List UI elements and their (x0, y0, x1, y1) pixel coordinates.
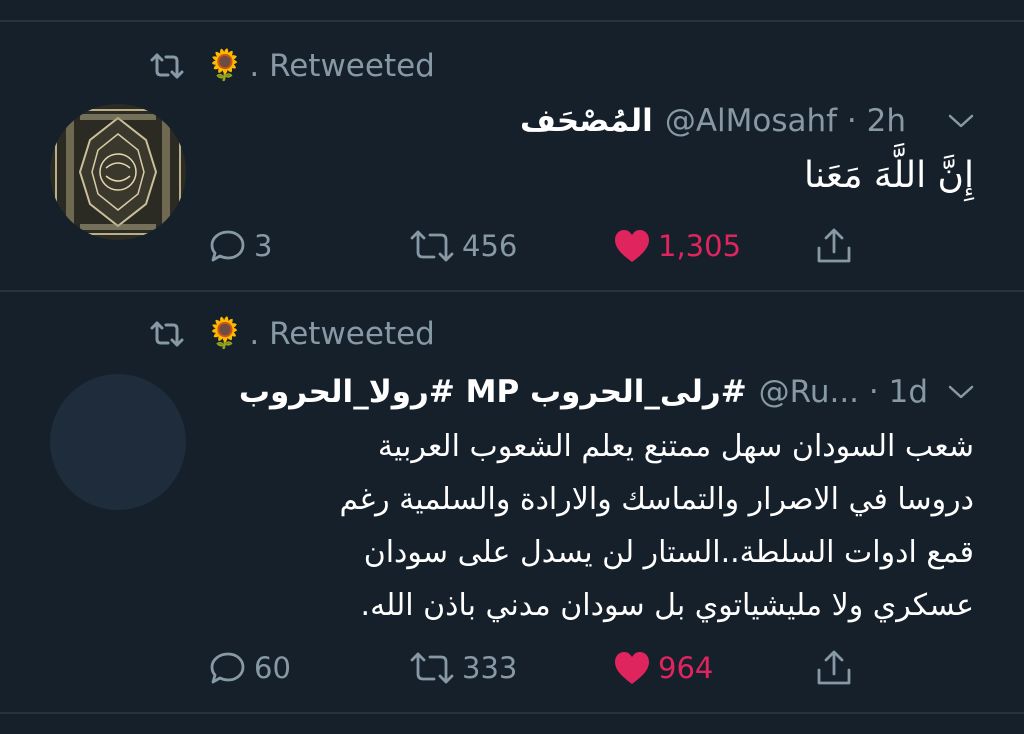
quran-cover-avatar (50, 104, 186, 240)
sunflower-emoji: 🌻 (206, 48, 244, 83)
reply-icon (210, 230, 245, 262)
reply-button[interactable]: 3 (208, 223, 272, 269)
share-button[interactable] (814, 223, 854, 269)
author-name[interactable]: المُصْحَف (520, 103, 653, 139)
tweet-text-line: قمع ادوات السلطة..الستار لن يسدل على سود… (363, 535, 974, 570)
retweet-icon (150, 321, 184, 347)
chevron-down-icon[interactable] (946, 111, 976, 131)
share-icon (817, 650, 851, 685)
author-name[interactable]: #رلى_الحروب MP #رولا_الحروب (239, 374, 747, 410)
sunflower-emoji: 🌻 (206, 316, 244, 351)
tweet-text: شعب السودان سهل ممتنع يعلم الشعوب العربي… (340, 420, 975, 632)
divider (0, 712, 1024, 714)
retweet-banner: 🌻 . Retweeted (148, 48, 435, 84)
retweet-button[interactable]: 333 (408, 645, 517, 691)
retweet-banner-text: . Retweeted (249, 48, 435, 84)
reply-count: 3 (254, 229, 273, 263)
like-button[interactable]: 964 (612, 645, 713, 691)
retweet-banner: 🌻 . Retweeted (148, 316, 435, 352)
retweet-banner-text: . Retweeted (249, 316, 435, 352)
like-count: 964 (658, 651, 714, 685)
retweet-icon (410, 230, 454, 262)
reply-button[interactable]: 60 (208, 645, 291, 691)
tweet-text-line: دروسا في الاصرار والتماسك والارادة والسل… (339, 482, 975, 517)
avatar[interactable] (50, 104, 186, 240)
retweet-icon (150, 53, 184, 79)
tweet-actions: 3 456 1,305 (0, 223, 1024, 269)
timeline-feed: 🌻 . Retweeted المُصْحَف @AlMosahf · 2h إ… (0, 0, 1024, 734)
retweet-icon (410, 652, 454, 684)
chevron-down-icon[interactable] (946, 382, 976, 402)
like-count: 1,305 (658, 229, 742, 263)
author-handle-time[interactable]: @Ru... · 1d (759, 374, 928, 410)
heart-icon (615, 230, 649, 262)
like-button[interactable]: 1,305 (612, 223, 741, 269)
retweet-count: 456 (462, 229, 518, 263)
tweet-actions: 60 333 964 (0, 645, 1024, 691)
reply-icon (210, 652, 245, 684)
retweet-button[interactable]: 456 (408, 223, 517, 269)
heart-icon (615, 652, 649, 684)
avatar[interactable] (50, 374, 186, 510)
tweet-text-line: عسكري ولا مليشياتوي بل سودان مدني باذن ا… (360, 588, 974, 623)
tweet-text: إِنَّ اللَّهَ مَعَنا (804, 155, 974, 196)
author-handle-time[interactable]: @AlMosahf · 2h (665, 103, 906, 139)
share-icon (817, 228, 851, 263)
tweet-text-line: شعب السودان سهل ممتنع يعلم الشعوب العربي… (377, 429, 974, 464)
retweet-count: 333 (462, 651, 518, 685)
tweet-card[interactable]: 🌻 . Retweeted المُصْحَف @AlMosahf · 2h إ… (0, 0, 1024, 290)
tweet-card[interactable]: 🌻 . Retweeted #رلى_الحروب MP #رولا_الحرو… (0, 292, 1024, 712)
tweet-header: #رلى_الحروب MP #رولا_الحروب @Ru... · 1d (239, 370, 976, 414)
share-button[interactable] (814, 645, 854, 691)
tweet-header: المُصْحَف @AlMosahf · 2h (520, 99, 976, 143)
reply-count: 60 (254, 651, 291, 685)
